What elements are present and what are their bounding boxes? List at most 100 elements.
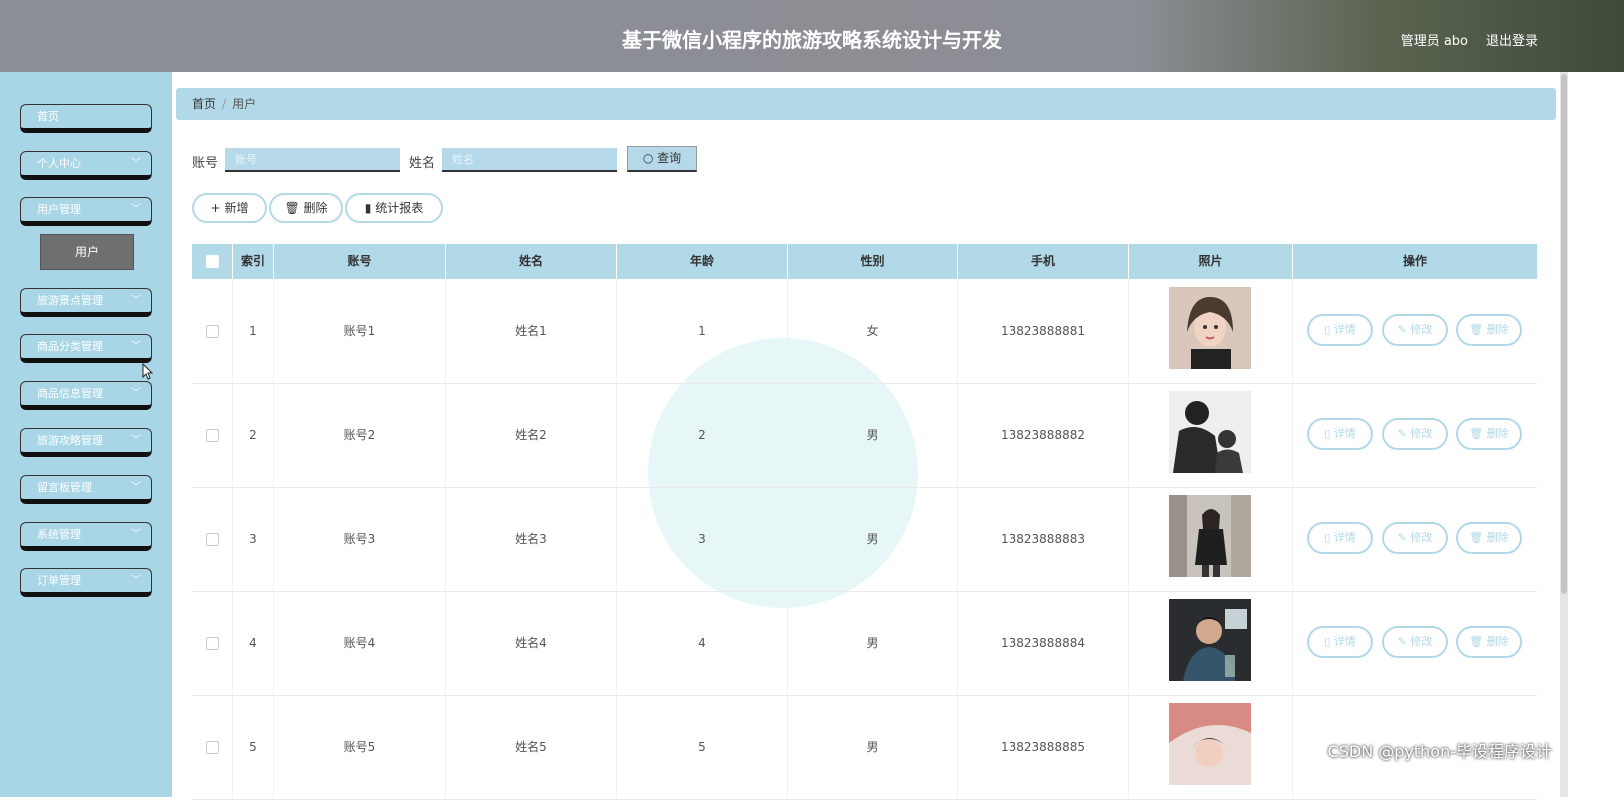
detail-button[interactable]: ▯ 详情 [1307,626,1373,658]
chevron-down-icon: ﹀ [131,575,141,586]
row-select-cell[interactable] [192,383,233,487]
user-photo[interactable] [1169,703,1251,785]
delete-button[interactable]: 🗑 删除 [1456,314,1522,346]
account-cell: 账号2 [274,383,446,487]
edit-button[interactable]: ✎ 修改 [1382,626,1448,658]
detail-label: 详情 [1333,323,1356,336]
delete-button[interactable]: 🗑 删除 [1456,522,1522,554]
row-select-cell[interactable] [192,279,233,383]
batch-delete-button[interactable]: 🗑 删除 [269,193,343,223]
statistics-report-button[interactable]: ▮ 统计报表 [345,193,443,223]
pencil-icon: ✎ [1397,635,1407,648]
phone-cell: 13823888881 [958,279,1129,383]
logout-link[interactable]: 退出登录 [1486,30,1538,49]
age-cell: 4 [617,591,788,695]
column-header: 手机 [958,244,1129,279]
row-checkbox[interactable] [205,637,219,650]
account-search-input[interactable] [225,148,400,172]
row-checkbox[interactable] [205,429,219,442]
row-checkbox[interactable] [205,325,219,338]
edit-label: 修改 [1410,323,1433,336]
document-icon: ▯ [1324,427,1331,440]
age-cell: 5 [617,695,788,799]
gender-cell: 女 [788,279,958,383]
csdn-watermark: CSDN @python-毕设程序设计 [1327,742,1552,761]
current-user: 管理员 abo [1400,34,1468,49]
delete-label: 删除 [1486,531,1509,544]
sidebar-item-label: 旅游景点管理 [37,294,103,307]
sidebar-item-label: 商品信息管理 [37,387,103,400]
detail-button[interactable]: ▯ 详情 [1307,418,1373,450]
column-header: 索引 [233,244,274,279]
index-cell: 3 [233,487,274,591]
table-header: 索引 账号 姓名 年龄 性别 手机 照片 操作 [192,244,1537,279]
breadcrumb-home[interactable]: 首页 [192,97,216,111]
sidebar-item-home[interactable]: 首页 [20,104,152,133]
delete-button-label: 删除 [303,201,328,215]
page-scrollbar[interactable] [1560,72,1568,797]
detail-label: 详情 [1333,531,1356,544]
sidebar-item-product-categories[interactable]: 商品分类管理 ﹀ [20,334,152,363]
sidebar-item-label: 订单管理 [37,574,81,587]
delete-button[interactable]: 🗑 删除 [1456,626,1522,658]
query-button[interactable]: ○ 查询 [627,146,697,172]
sidebar-item-system-management[interactable]: 系统管理 ﹀ [20,522,152,551]
edit-button[interactable]: ✎ 修改 [1382,418,1448,450]
detail-button[interactable]: ▯ 详情 [1307,522,1373,554]
row-checkbox[interactable] [205,741,219,754]
user-photo[interactable] [1169,391,1251,473]
edit-button[interactable]: ✎ 修改 [1382,314,1448,346]
delete-label: 删除 [1486,323,1509,336]
sidebar-item-orders[interactable]: 订单管理 ﹀ [20,568,152,597]
delete-label: 删除 [1486,427,1509,440]
column-header: 年龄 [617,244,788,279]
detail-button[interactable]: ▯ 详情 [1307,314,1373,346]
account-cell: 账号3 [274,487,446,591]
age-cell: 2 [617,383,788,487]
select-all-checkbox[interactable] [205,255,219,268]
account-cell: 账号5 [274,695,446,799]
delete-button[interactable]: 🗑 删除 [1456,418,1522,450]
trash-icon: 🗑 [1469,531,1484,544]
edit-button[interactable]: ✎ 修改 [1382,522,1448,554]
index-cell: 4 [233,591,274,695]
phone-cell: 13823888882 [958,383,1129,487]
gender-cell: 男 [788,383,958,487]
name-label: 姓名 [409,156,436,171]
row-select-cell[interactable] [192,695,233,799]
sidebar-item-message-board[interactable]: 留言板管理 ﹀ [20,475,152,504]
row-checkbox[interactable] [205,533,219,546]
user-photo[interactable] [1169,287,1251,369]
table-row: 1 账号1 姓名1 1 女 13823888881 ▯ 详情 ✎ 修改 🗑 删除 [192,279,1537,384]
breadcrumb: 首页 / 用户 [176,88,1556,120]
chevron-down-icon: ﹀ [131,482,141,493]
chevron-down-icon: ﹀ [131,388,141,399]
column-header: 账号 [274,244,446,279]
sidebar-item-scenic-spots[interactable]: 旅游景点管理 ﹀ [20,288,152,317]
delete-label: 删除 [1486,635,1509,648]
name-search-input[interactable] [442,148,617,172]
name-cell: 姓名1 [446,279,617,383]
sidebar-item-label: 系统管理 [37,528,81,541]
sidebar-item-personal-center[interactable]: 个人中心 ﹀ [20,151,152,180]
bar-chart-icon: ▮ [364,201,372,215]
row-select-cell[interactable] [192,487,233,591]
select-all-cell[interactable] [192,244,233,279]
sidebar-item-user-management[interactable]: 用户管理 ﹀ [20,197,152,226]
trash-icon: 🗑 [284,201,300,215]
account-label: 账号 [192,156,219,171]
sidebar-item-travel-guides[interactable]: 旅游攻略管理 ﹀ [20,428,152,457]
sidebar-item-product-info[interactable]: 商品信息管理 ﹀ [20,381,152,410]
user-photo[interactable] [1169,495,1251,577]
age-cell: 1 [617,279,788,383]
user-photo[interactable] [1169,599,1251,681]
table-row: 2 账号2 姓名2 2 男 13823888882 ▯ 详情 ✎ 修改 🗑 删除 [192,383,1537,488]
gender-cell: 男 [788,591,958,695]
document-icon: ▯ [1324,323,1331,336]
add-button[interactable]: + 新增 [192,193,267,223]
plus-icon: + [210,201,221,215]
sidebar-subitem-users[interactable]: 用户 [40,234,134,270]
row-select-cell[interactable] [192,591,233,695]
name-cell: 姓名4 [446,591,617,695]
add-button-label: 新增 [224,201,249,215]
